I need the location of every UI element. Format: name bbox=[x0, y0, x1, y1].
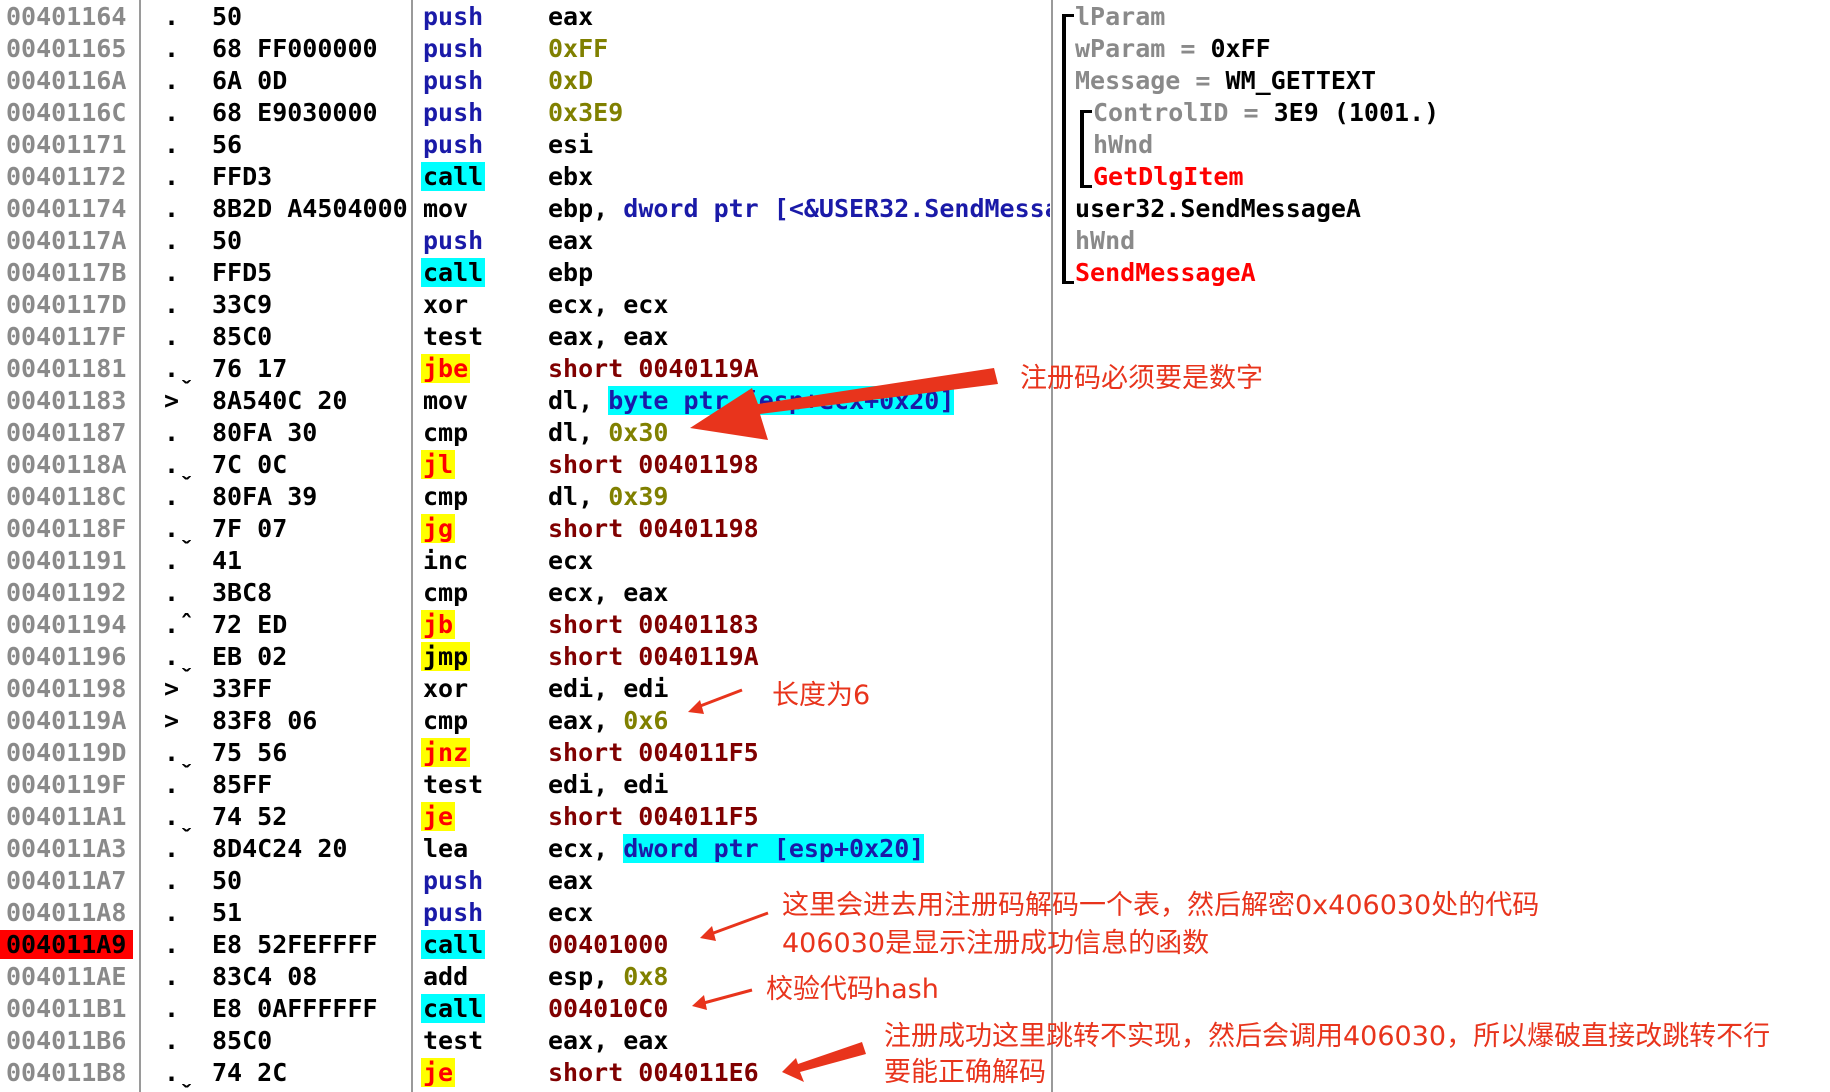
arrow-icon bbox=[700, 926, 716, 941]
annotation-hash-check: 校验代码hash bbox=[766, 974, 939, 1005]
annotation-numeric-check: 注册码必须要是数字 bbox=[1020, 363, 1263, 394]
annotation-jump-note-line2: 要能正确解码 bbox=[884, 1057, 1046, 1088]
annotation-decode-table-line2: 406030是显示注册成功信息的函数 bbox=[782, 928, 1210, 959]
arrow-icon bbox=[688, 700, 704, 714]
arrow-icon bbox=[690, 368, 998, 440]
arrow-icon bbox=[782, 1042, 866, 1082]
arrow-icon bbox=[707, 911, 769, 937]
annotation-decode-table-line1: 这里会进去用注册码解码一个表，然后解密0x406030处的代码 bbox=[782, 890, 1540, 921]
arrow-icon bbox=[692, 995, 707, 1010]
arrow-icon bbox=[694, 688, 743, 710]
arrow-icon bbox=[699, 988, 753, 1006]
annotation-jump-note-line1: 注册成功这里跳转不实现，然后会调用406030，所以爆破直接改跳转不行 bbox=[884, 1021, 1771, 1052]
annotation-length-check: 长度为6 bbox=[772, 680, 871, 711]
